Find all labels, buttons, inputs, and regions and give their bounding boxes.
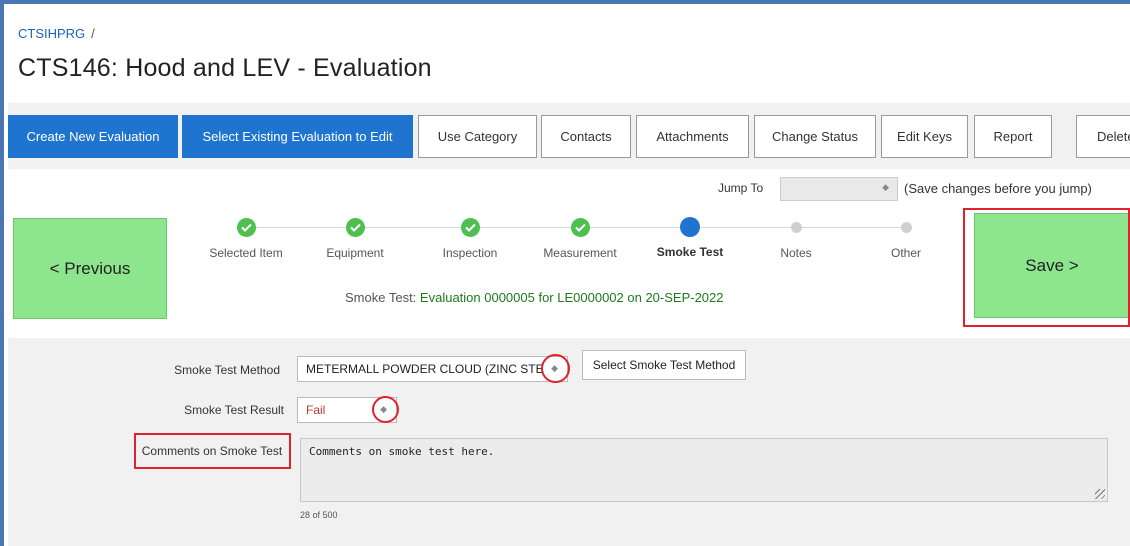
use-category-button[interactable]: Use Category xyxy=(418,115,537,158)
status-prefix: Smoke Test: xyxy=(345,290,417,305)
select-arrows-icon: ◆ xyxy=(882,182,889,192)
status-value: Evaluation 0000005 for LE0000002 on 20-S… xyxy=(419,290,724,305)
highlight-circle xyxy=(541,354,570,383)
step-inspection[interactable]: Inspection xyxy=(420,212,520,260)
check-icon xyxy=(236,218,256,237)
step-label: Measurement xyxy=(543,246,617,260)
step-label: Notes xyxy=(780,246,812,260)
step-label: Inspection xyxy=(442,246,498,260)
pending-step-dot xyxy=(790,222,802,233)
delete-button[interactable]: Delete xyxy=(1076,115,1130,158)
page-header: CTSIHPRG / CTS146: Hood and LEV - Evaluat… xyxy=(8,4,1130,99)
check-icon xyxy=(460,218,480,237)
select-smoke-test-method-button[interactable]: Select Smoke Test Method xyxy=(582,350,746,380)
step-label: Equipment xyxy=(326,246,384,260)
comments-label: Comments on Smoke Test xyxy=(141,444,283,458)
status-line: Smoke Test: Evaluation 0000005 for LE000… xyxy=(345,290,724,305)
select-existing-evaluation-button[interactable]: Select Existing Evaluation to Edit xyxy=(182,115,413,158)
step-measurement[interactable]: Measurement xyxy=(530,212,630,260)
jump-note: (Save changes before you jump) xyxy=(904,181,1092,196)
step-notes[interactable]: Notes xyxy=(746,212,846,260)
step-other[interactable]: Other xyxy=(856,212,956,260)
step-label: Smoke Test xyxy=(656,245,724,259)
comments-textarea[interactable]: Comments on smoke test here. xyxy=(300,438,1108,502)
edit-keys-button[interactable]: Edit Keys xyxy=(881,115,968,158)
current-step-dot xyxy=(680,217,700,237)
breadcrumb-separator: / xyxy=(91,26,95,41)
progress-stepper: Selected Item Equipment Inspection Measu… xyxy=(196,212,936,272)
pending-step-dot xyxy=(900,222,912,233)
step-label: Other xyxy=(890,246,921,260)
contacts-button[interactable]: Contacts xyxy=(541,115,631,158)
page-title: CTS146: Hood and LEV - Evaluation xyxy=(18,54,432,82)
breadcrumb-link[interactable]: CTSIHPRG xyxy=(18,26,85,41)
smoke-test-method-label: Smoke Test Method xyxy=(174,363,280,377)
step-label: Selected Item xyxy=(209,246,283,260)
change-status-button[interactable]: Change Status xyxy=(754,115,876,158)
resize-grip-icon[interactable] xyxy=(1095,489,1105,499)
check-icon xyxy=(570,218,590,237)
save-highlight-box xyxy=(963,208,1130,327)
check-icon xyxy=(345,218,365,237)
smoke-test-result-label: Smoke Test Result xyxy=(184,403,284,417)
smoke-test-method-value: METERMALL POWDER CLOUD (ZINC STE xyxy=(306,362,544,376)
smoke-test-result-value: Fail xyxy=(306,403,326,417)
report-button[interactable]: Report xyxy=(974,115,1052,158)
step-equipment[interactable]: Equipment xyxy=(305,212,405,260)
jump-to-label: Jump To xyxy=(718,181,764,195)
create-new-evaluation-button[interactable]: Create New Evaluation xyxy=(8,115,178,158)
highlight-circle xyxy=(372,396,399,423)
jump-to-select[interactable]: ◆ xyxy=(780,177,898,201)
character-count: 28 of 500 xyxy=(300,510,338,520)
step-selected-item[interactable]: Selected Item xyxy=(196,212,296,260)
toolbar: Create New Evaluation Select Existing Ev… xyxy=(8,103,1130,169)
previous-button[interactable]: < Previous xyxy=(13,218,167,319)
smoke-test-method-select[interactable]: METERMALL POWDER CLOUD (ZINC STE ◆ xyxy=(297,356,568,382)
comments-text: Comments on smoke test here. xyxy=(309,445,495,458)
breadcrumb: CTSIHPRG / xyxy=(18,26,95,41)
step-smoke-test[interactable]: Smoke Test xyxy=(640,212,740,259)
attachments-button[interactable]: Attachments xyxy=(636,115,749,158)
